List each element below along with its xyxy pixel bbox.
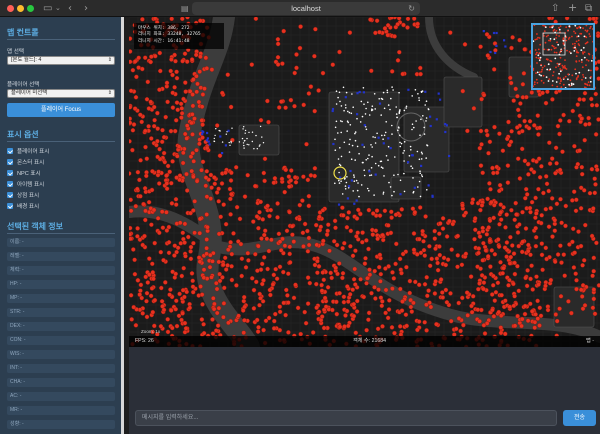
display-option-label: 아이템 표시	[17, 182, 45, 188]
info-field: STR: -	[7, 308, 115, 317]
zoom-level: Zoom: 1x	[141, 329, 161, 334]
info-field: MR: -	[7, 406, 115, 415]
player-select-value: 플레이어 미선택	[11, 90, 48, 96]
lineage-time: 리니지 시간: 16:41:48	[138, 38, 190, 44]
address-bar[interactable]: localhost ↻	[192, 2, 420, 15]
display-option-label: 배경 표시	[17, 204, 40, 210]
player-select-label: 플레이어 선택	[7, 82, 40, 88]
back-icon[interactable]: ‹	[68, 2, 72, 15]
browser-toolbar: ▭ ⌄ ‹ › ▤ localhost ↻ ⇧ + ⧉	[0, 0, 600, 17]
checkbox-checked-icon[interactable]	[7, 148, 13, 154]
display-option-checkbox[interactable]: 몬스터 표시	[7, 159, 44, 167]
entity-count: 객체 수: 21684	[353, 338, 387, 344]
display-option-checkbox[interactable]: 아이템 표시	[7, 181, 44, 189]
zoom-window-button[interactable]	[27, 5, 34, 12]
display-options-title: 표시 옵션	[7, 130, 39, 139]
chevron-down-icon: ⇕	[107, 57, 112, 63]
fps-counter: FPS: 26	[135, 338, 154, 344]
display-option-label: NPC 표시	[17, 171, 41, 177]
display-option-label: 플레이어 표시	[17, 149, 50, 155]
map-controls-title: 맵 컨트롤	[7, 28, 39, 37]
player-select[interactable]: 플레이어 미선택 ⇕	[7, 89, 115, 98]
divider	[7, 233, 115, 234]
info-field: CHA: -	[7, 378, 115, 387]
info-field: DEX: -	[7, 322, 115, 331]
info-field: HP: -	[7, 280, 115, 289]
checkbox-checked-icon[interactable]	[7, 181, 13, 187]
reload-icon[interactable]: ↻	[408, 2, 415, 15]
map-select[interactable]: [본토 월드]: 4 ⇕	[7, 56, 115, 65]
display-option-checkbox[interactable]: 배경 표시	[7, 203, 39, 211]
map-status-right: 맵 -	[586, 338, 594, 344]
chat-input[interactable]: 메시지를 입력하세요...	[135, 410, 557, 426]
share-icon[interactable]: ⇧	[551, 2, 559, 15]
map-canvas[interactable]: 마우스 위치: 386, 272 리니지 좌표: 33248, 32765 리니…	[129, 17, 600, 347]
map-status-bar: FPS: 26 객체 수: 21684 맵 -	[129, 336, 600, 347]
minimap[interactable]	[531, 23, 595, 90]
checkbox-checked-icon[interactable]	[7, 170, 13, 176]
sidebar-icon[interactable]: ▭	[43, 2, 52, 15]
display-option-label: 상점 표시	[17, 193, 40, 199]
divider	[7, 39, 115, 40]
display-option-checkbox[interactable]: NPC 표시	[7, 170, 41, 178]
player-focus-button[interactable]: 플레이어 Focus	[7, 103, 115, 117]
checkbox-checked-icon[interactable]	[7, 203, 13, 209]
info-field: 이름: -	[7, 238, 115, 247]
sidebar-scrollbar[interactable]	[121, 17, 124, 434]
close-window-button[interactable]	[7, 5, 14, 12]
divider	[7, 141, 115, 142]
display-option-checkbox[interactable]: 플레이어 표시	[7, 148, 49, 156]
info-field: 성향: -	[7, 420, 115, 429]
display-option-label: 몬스터 표시	[17, 160, 45, 166]
minimize-window-button[interactable]	[17, 5, 24, 12]
info-field: AC: -	[7, 392, 115, 401]
info-field: MP: -	[7, 294, 115, 303]
url-text: localhost	[291, 4, 321, 13]
control-sidebar: 맵 컨트롤 맵 선택 [본토 월드]: 4 ⇕ 플레이어 선택 플레이어 미선택…	[0, 17, 123, 434]
map-select-label: 맵 선택	[7, 49, 24, 55]
map-select-value: [본토 월드]: 4	[11, 57, 42, 63]
page-icon: ▤	[181, 4, 189, 13]
map-render[interactable]	[129, 17, 600, 347]
info-field: CON: -	[7, 336, 115, 345]
chevron-down-icon[interactable]: ⌄	[55, 2, 61, 15]
minimap-render[interactable]	[533, 25, 593, 88]
info-field: 레벨: -	[7, 252, 115, 261]
info-field: INT: -	[7, 364, 115, 373]
info-field: 체력: -	[7, 266, 115, 275]
coordinate-info-panel: 마우스 위치: 386, 272 리니지 좌표: 33248, 32765 리니…	[134, 23, 224, 49]
chevron-down-icon: ⇕	[107, 90, 112, 96]
checkbox-checked-icon[interactable]	[7, 192, 13, 198]
info-field: WIS: -	[7, 350, 115, 359]
selected-info-title: 선택된 객체 정보	[7, 222, 63, 231]
forward-icon[interactable]: ›	[84, 2, 88, 15]
plus-icon[interactable]: +	[568, 1, 577, 14]
send-button[interactable]: 전송	[563, 410, 596, 426]
display-option-checkbox[interactable]: 상점 표시	[7, 192, 39, 200]
checkbox-checked-icon[interactable]	[7, 159, 13, 165]
tabs-icon[interactable]: ⧉	[585, 2, 592, 15]
